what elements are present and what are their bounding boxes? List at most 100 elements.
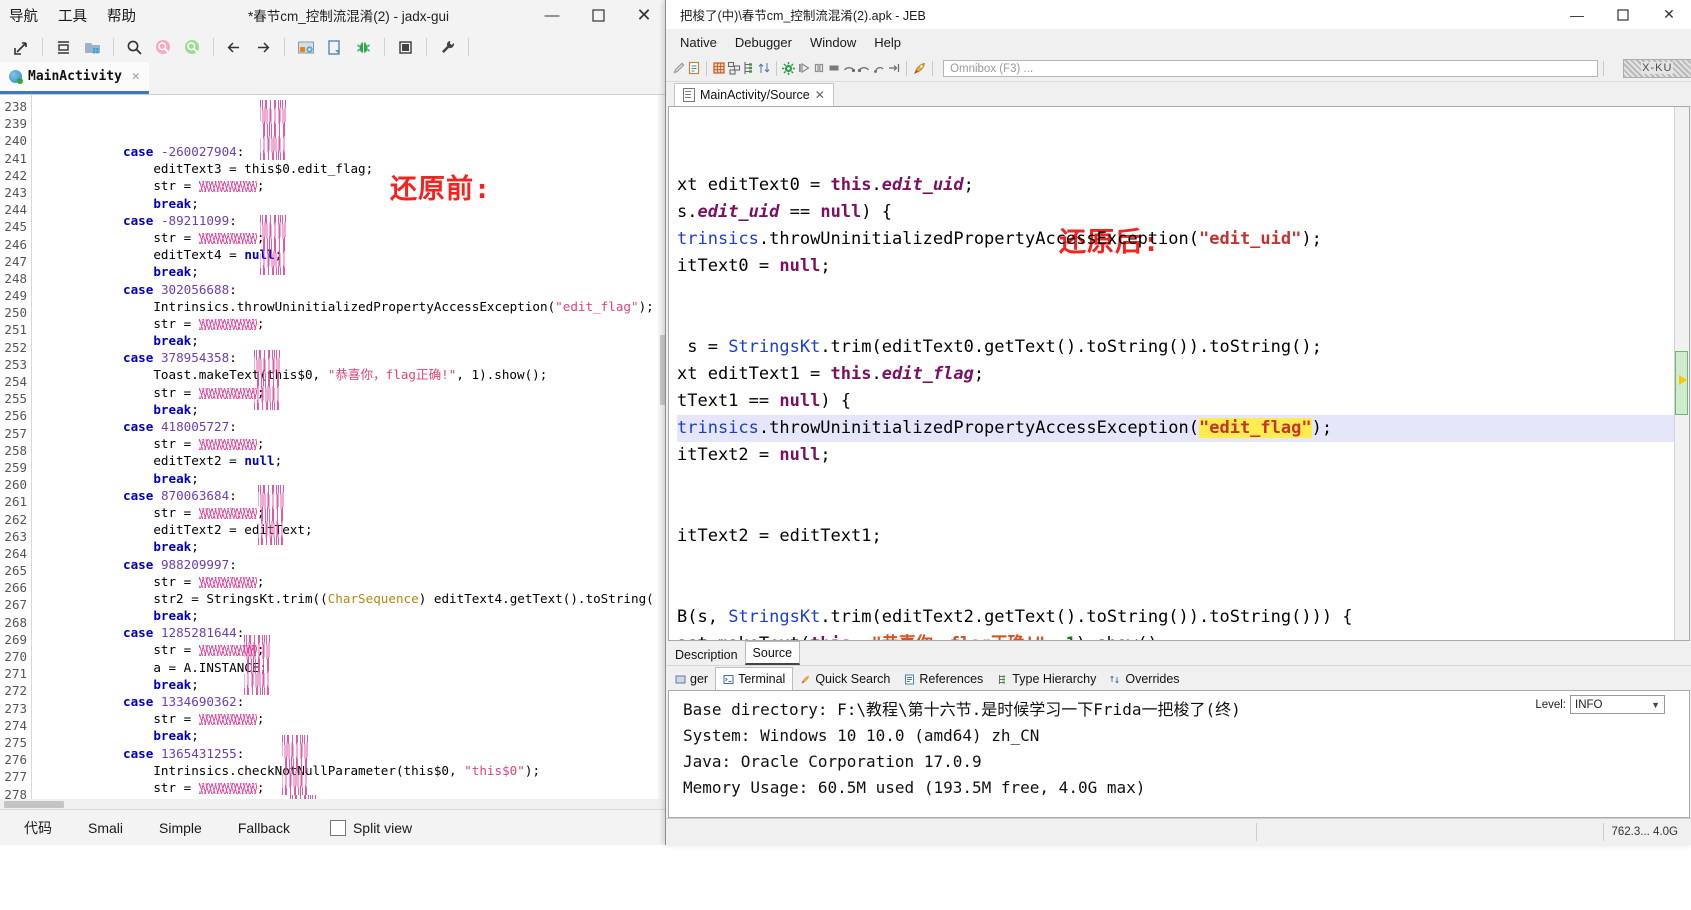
code-line[interactable]: str = ; xyxy=(32,177,667,194)
code-line[interactable]: str = ; xyxy=(32,435,667,452)
jeb-source-code[interactable]: 还原后: xt editText0 = this.edit_uid; s.edit… xyxy=(669,112,1675,640)
code-line[interactable]: case 988209997: xyxy=(32,556,667,573)
code-line[interactable]: break; xyxy=(32,401,667,418)
code-line[interactable]: s = StringsKt.trim(editText0.getText().t… xyxy=(677,334,1675,361)
maximize-button[interactable] xyxy=(1600,0,1646,29)
code-line[interactable] xyxy=(677,469,1675,496)
code-line[interactable]: itText2 = null; xyxy=(677,442,1675,469)
step-out-icon[interactable] xyxy=(872,58,886,78)
open-file-icon[interactable] xyxy=(8,34,35,61)
table-grid-icon[interactable] xyxy=(712,58,726,78)
back-arrow-icon[interactable] xyxy=(221,34,248,61)
code-line[interactable] xyxy=(677,280,1675,307)
preferences-wrench-icon[interactable] xyxy=(434,34,461,61)
code-line[interactable]: str = ; xyxy=(32,315,667,332)
code-line[interactable] xyxy=(677,577,1675,604)
search-pink-icon[interactable] xyxy=(150,34,177,61)
code-line[interactable]: str = ; xyxy=(32,641,667,658)
code-line[interactable]: s.edit_uid == null) { xyxy=(677,199,1675,226)
tab-mainactivity-source[interactable]: MainActivity/Source ✕ xyxy=(674,83,834,106)
subtab-source[interactable]: Source xyxy=(744,641,801,665)
forward-arrow-icon[interactable] xyxy=(250,34,277,61)
censored-toolbar-button[interactable]: X-KU xyxy=(1622,58,1691,78)
jeb-editor[interactable]: 还原后: xt editText0 = this.edit_uid; s.edit… xyxy=(668,106,1690,641)
minimize-button[interactable]: — xyxy=(529,0,575,30)
status-code[interactable]: 代码 xyxy=(6,818,70,838)
code-line[interactable]: case 1285281644: xyxy=(32,624,667,641)
sort-icon[interactable] xyxy=(757,58,771,78)
code-line[interactable]: a = A.INSTANCE; xyxy=(32,659,667,676)
menu-native[interactable]: Native xyxy=(680,35,717,50)
deobfuscation-icon[interactable] xyxy=(50,34,77,61)
bottom-tab-type-hierarchy[interactable]: Type Hierarchy xyxy=(990,668,1103,690)
code-line[interactable]: Intrinsics.checkNotNullParameter(this$0,… xyxy=(32,762,667,779)
rocket-script-icon[interactable] xyxy=(912,58,927,78)
code-line[interactable]: itText2 = editText1; xyxy=(677,523,1675,550)
step-over-icon[interactable] xyxy=(842,58,856,78)
debug-bug-icon[interactable] xyxy=(350,34,377,61)
code-line[interactable]: editText2 = editText; xyxy=(32,521,667,538)
search-icon[interactable] xyxy=(121,34,148,61)
status-fallback[interactable]: Fallback xyxy=(220,820,308,836)
jadx-source-code[interactable]: 还原前: case -260027904: editText3 = this$0… xyxy=(32,95,667,809)
jadx-horizontal-scrollbar[interactable] xyxy=(0,799,667,809)
code-line[interactable]: case -89211099: xyxy=(32,212,667,229)
status-simple[interactable]: Simple xyxy=(141,820,220,836)
hierarchy-icon[interactable] xyxy=(742,58,756,78)
bottom-tab-terminal[interactable]: Terminal xyxy=(715,667,794,690)
jadx-code-area[interactable]: 238 239 240 241 242 243 244 245 246 247 248 249 250 2… xyxy=(0,95,667,809)
code-line[interactable]: break; xyxy=(32,263,667,280)
code-line[interactable]: str = ; xyxy=(32,779,667,796)
code-line[interactable]: Toast.makeText(this$0, "恭喜你，flag正确!", 1)… xyxy=(32,366,667,383)
code-line[interactable]: str = ; xyxy=(32,229,667,246)
code-line[interactable]: str = ; xyxy=(32,504,667,521)
run-icon[interactable] xyxy=(797,58,811,78)
code-line[interactable]: break; xyxy=(32,676,667,693)
search-green-icon[interactable] xyxy=(179,34,206,61)
menu-navigate[interactable]: 导航 xyxy=(9,5,38,26)
graph-icon[interactable] xyxy=(727,58,741,78)
tab-close-icon[interactable]: ✕ xyxy=(132,69,140,84)
code-line[interactable]: break; xyxy=(32,538,667,555)
export-doc-icon[interactable] xyxy=(687,58,701,78)
code-line[interactable]: editText4 = null; xyxy=(32,246,667,263)
status-smali[interactable]: Smali xyxy=(70,820,141,836)
stop-icon[interactable] xyxy=(827,58,841,78)
code-line[interactable]: tText1 == null) { xyxy=(677,388,1675,415)
code-line[interactable]: case 418005727: xyxy=(32,418,667,435)
code-line-selected[interactable]: trinsics.throwUninitializedPropertyAcces… xyxy=(677,415,1675,442)
step-into-icon[interactable] xyxy=(857,58,871,78)
subtab-description[interactable]: Description xyxy=(668,644,745,665)
jeb-vertical-scrollbar[interactable] xyxy=(1674,107,1689,640)
code-line[interactable]: break; xyxy=(32,195,667,212)
menu-tools[interactable]: 工具 xyxy=(58,5,87,26)
code-line[interactable]: break; xyxy=(32,607,667,624)
omnibox-input[interactable]: Omnibox (F3) ... xyxy=(943,59,1599,77)
bottom-tab-references[interactable]: References xyxy=(897,668,990,690)
menu-debugger[interactable]: Debugger xyxy=(735,35,792,50)
code-line[interactable] xyxy=(677,307,1675,334)
chevron-down-icon[interactable]: ▼ xyxy=(1651,700,1664,710)
code-line[interactable]: case 1365431255: xyxy=(32,745,667,762)
maximize-button[interactable] xyxy=(575,0,621,30)
code-line[interactable]: break; xyxy=(32,332,667,349)
bottom-tab-overrides[interactable]: Overrides xyxy=(1103,668,1186,690)
code-line[interactable]: case 870063684: xyxy=(32,487,667,504)
code-line[interactable]: ast.makeText(this, "恭喜你，flag正确!", 1).sho… xyxy=(677,631,1675,640)
code-line[interactable]: str = ; xyxy=(32,573,667,590)
jeb-log-pane[interactable]: Base directory: F:\教程\第十六节.是时候学习一下Frida一… xyxy=(668,690,1690,818)
code-line[interactable]: xt editText0 = this.edit_uid; xyxy=(677,172,1675,199)
pencil-edit-icon[interactable] xyxy=(672,58,686,78)
code-line[interactable]: xt editText1 = this.edit_flag; xyxy=(677,361,1675,388)
code-line[interactable]: editText3 = this$0.edit_flag; xyxy=(32,160,667,177)
menu-help[interactable]: Help xyxy=(874,35,901,50)
copy-resource-icon[interactable] xyxy=(321,34,348,61)
code-line[interactable]: str = ; xyxy=(32,710,667,727)
close-button[interactable]: ✕ xyxy=(621,0,667,30)
code-line[interactable]: trinsics.throwUninitializedPropertyAcces… xyxy=(677,226,1675,253)
split-view-checkbox[interactable]: Split view xyxy=(329,819,412,836)
checkbox-box[interactable] xyxy=(329,819,346,836)
code-line[interactable] xyxy=(677,496,1675,523)
menu-help[interactable]: 帮助 xyxy=(107,5,136,26)
code-line[interactable]: B(s, StringsKt.trim(editText2.getText().… xyxy=(677,604,1675,631)
